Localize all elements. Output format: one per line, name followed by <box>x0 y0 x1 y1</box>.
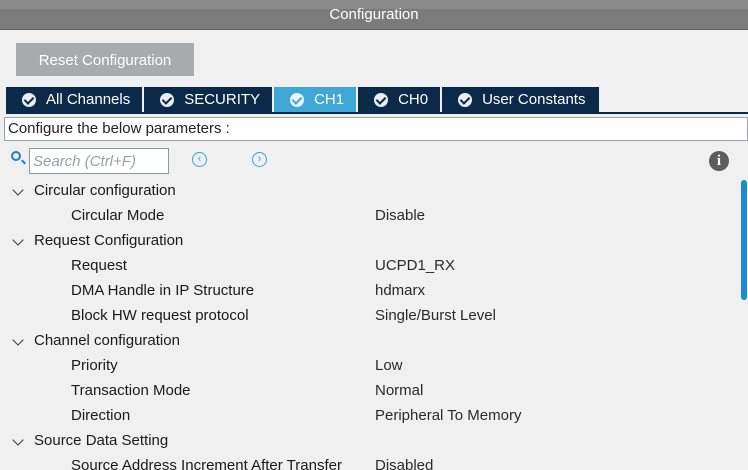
parameter-name: DMA Handle in IP Structure <box>71 282 255 299</box>
parameter-row[interactable]: Request UCPD1_RX <box>0 253 740 278</box>
group-label: Channel configuration <box>34 332 180 349</box>
group-label: Source Data Setting <box>34 432 169 449</box>
search-icon <box>11 151 21 161</box>
parameter-row[interactable]: Priority Low <box>0 353 740 378</box>
group-label: Circular configuration <box>34 182 176 199</box>
chevron-down-icon[interactable] <box>12 434 24 446</box>
parameter-value[interactable]: Disabled <box>375 453 433 470</box>
check-circle-icon <box>22 92 36 107</box>
parameter-name: Request <box>71 257 127 274</box>
parameter-value[interactable]: UCPD1_RX <box>375 253 455 278</box>
check-circle-icon <box>160 92 175 107</box>
reset-configuration-button[interactable]: Reset Configuration <box>16 43 194 76</box>
tab-label: All Channels <box>46 91 131 108</box>
tab-underline <box>6 112 748 114</box>
scrollbar-thumb[interactable] <box>741 180 747 300</box>
tab-label: CH1 <box>314 91 345 108</box>
chevron-down-icon[interactable] <box>12 234 24 246</box>
parameter-value[interactable]: Peripheral To Memory <box>375 403 521 428</box>
window-title-bar: Configuration <box>0 0 748 30</box>
check-circle-icon <box>374 92 389 107</box>
configuration-panel: Reset Configuration All Channels SECURIT… <box>0 30 748 470</box>
group-row[interactable]: Source Data Setting <box>0 428 740 453</box>
parameter-value[interactable]: Normal <box>375 378 423 403</box>
parameter-row[interactable]: Direction Peripheral To Memory <box>0 403 740 428</box>
group-row[interactable]: Request Configuration <box>0 228 740 253</box>
window-title: Configuration <box>329 6 419 23</box>
parameter-row[interactable]: Circular Mode Disable <box>0 203 740 228</box>
instructions-label: Configure the below parameters : <box>4 117 748 141</box>
parameter-value[interactable]: Low <box>375 353 403 378</box>
parameter-row[interactable]: Transaction Mode Normal <box>0 378 740 403</box>
tab-security[interactable]: SECURITY <box>144 87 273 112</box>
parameter-row[interactable]: Block HW request protocol Single/Burst L… <box>0 303 740 328</box>
parameter-value[interactable]: Disable <box>375 203 425 228</box>
parameter-row[interactable]: DMA Handle in IP Structure hdmarx <box>0 278 740 303</box>
chevron-down-icon[interactable] <box>12 334 24 346</box>
tab-label: SECURITY <box>184 91 261 108</box>
parameter-name: Circular Mode <box>71 207 165 224</box>
check-circle-icon <box>290 92 305 107</box>
parameter-name: Source Address Increment After Transfer <box>71 457 342 470</box>
info-icon[interactable]: i <box>709 151 729 171</box>
parameter-tree: Circular configuration Circular Mode Dis… <box>0 178 740 470</box>
tab-ch0[interactable]: CH0 <box>358 87 441 112</box>
parameter-name: Transaction Mode <box>71 382 191 399</box>
parameter-name: Priority <box>71 357 118 374</box>
parameter-name: Block HW request protocol <box>71 307 249 324</box>
parameter-value[interactable]: hdmarx <box>375 278 425 303</box>
tab-user-constants[interactable]: User Constants <box>442 87 600 112</box>
channel-tabs: All Channels SECURITY CH1 CH0 User Const… <box>6 87 601 112</box>
next-match-icon[interactable]: › <box>252 152 267 167</box>
search-input[interactable] <box>29 148 169 174</box>
parameter-value[interactable]: Single/Burst Level <box>375 303 496 328</box>
check-circle-icon <box>458 92 473 107</box>
previous-match-icon[interactable]: ‹ <box>192 152 207 167</box>
tab-all-channels[interactable]: All Channels <box>6 87 143 112</box>
tab-ch1[interactable]: CH1 <box>274 87 357 112</box>
tab-label: CH0 <box>398 91 429 108</box>
tab-label: User Constants <box>482 91 586 108</box>
group-row[interactable]: Circular configuration <box>0 178 740 203</box>
parameter-name: Direction <box>71 407 131 424</box>
parameter-row[interactable]: Source Address Increment After Transfer … <box>0 453 740 470</box>
group-label: Request Configuration <box>34 232 184 249</box>
group-row[interactable]: Channel configuration <box>0 328 740 353</box>
vertical-scrollbar[interactable] <box>740 178 748 470</box>
chevron-down-icon[interactable] <box>12 184 24 196</box>
